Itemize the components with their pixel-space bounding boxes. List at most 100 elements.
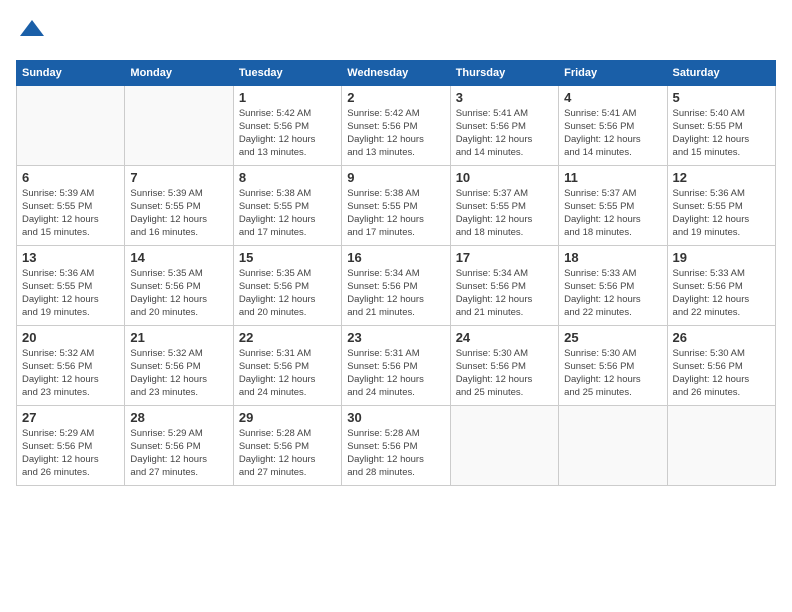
cell-content: Sunrise: 5:33 AM Sunset: 5:56 PM Dayligh… [673,267,770,320]
day-number: 17 [456,250,553,265]
week-row-1: 1 Sunrise: 5:42 AM Sunset: 5:56 PM Daylig… [17,85,776,165]
page-header [16,16,776,50]
calendar-cell: 2Sunrise: 5:42 AM Sunset: 5:56 PM Daylig… [342,85,450,165]
day-number: 13 [22,250,119,265]
cell-content: Sunrise: 5:32 AM Sunset: 5:56 PM Dayligh… [130,347,227,400]
calendar-table: SundayMondayTuesdayWednesdayThursdayFrid… [16,60,776,486]
day-number: 28 [130,410,227,425]
day-number: 10 [456,170,553,185]
day-number: 26 [673,330,770,345]
day-number: 1 [239,90,336,105]
calendar-cell: 21Sunrise: 5:32 AM Sunset: 5:56 PM Dayli… [125,325,233,405]
day-number: 8 [239,170,336,185]
week-row-5: 27 Sunrise: 5:29 AM Sunset: 5:56 PM Dayli… [17,405,776,485]
calendar-cell: 18Sunrise: 5:33 AM Sunset: 5:56 PM Dayli… [559,245,667,325]
cell-content: Sunrise: 5:41 AM Sunset: 5:56 PM Dayligh… [564,107,661,160]
calendar-cell: 16 Sunrise: 5:34 AM Sunset: 5:56 PM Dayli… [342,245,450,325]
week-row-3: 13Sunrise: 5:36 AM Sunset: 5:55 PM Dayli… [17,245,776,325]
cell-content: Sunrise: 5:28 AM Sunset: 5:56 PM Dayligh… [239,427,336,480]
cell-content: Sunrise: 5:28 AM Sunset: 5:56 PM Dayligh… [347,427,444,480]
day-number: 15 [239,250,336,265]
day-number: 20 [22,330,119,345]
cell-content: Sunrise: 5:41 AM Sunset: 5:56 PM Dayligh… [456,107,553,160]
calendar-cell: 4 Sunrise: 5:41 AM Sunset: 5:56 PM Daylig… [559,85,667,165]
calendar-cell: 10 Sunrise: 5:37 AM Sunset: 5:55 PM Dayli… [450,165,558,245]
calendar-cell: 30 Sunrise: 5:28 AM Sunset: 5:56 PM Dayli… [342,405,450,485]
day-number: 23 [347,330,444,345]
calendar-cell: 17 Sunrise: 5:34 AM Sunset: 5:56 PM Dayli… [450,245,558,325]
day-number: 14 [130,250,227,265]
cell-content: Sunrise: 5:42 AM Sunset: 5:56 PM Dayligh… [239,107,336,160]
day-number: 9 [347,170,444,185]
calendar-cell: 11 Sunrise: 5:37 AM Sunset: 5:55 PM Dayli… [559,165,667,245]
day-header-friday: Friday [559,60,667,85]
cell-content: Sunrise: 5:29 AM Sunset: 5:56 PM Dayligh… [22,427,119,480]
day-number: 6 [22,170,119,185]
day-number: 24 [456,330,553,345]
logo [16,16,46,50]
cell-content: Sunrise: 5:33 AM Sunset: 5:56 PM Dayligh… [564,267,661,320]
cell-content: Sunrise: 5:38 AM Sunset: 5:55 PM Dayligh… [239,187,336,240]
calendar-cell: 9 Sunrise: 5:38 AM Sunset: 5:55 PM Daylig… [342,165,450,245]
cell-content: Sunrise: 5:39 AM Sunset: 5:55 PM Dayligh… [22,187,119,240]
day-number: 25 [564,330,661,345]
cell-content: Sunrise: 5:34 AM Sunset: 5:56 PM Dayligh… [456,267,553,320]
week-row-4: 20 Sunrise: 5:32 AM Sunset: 5:56 PM Dayli… [17,325,776,405]
cell-content: Sunrise: 5:30 AM Sunset: 5:56 PM Dayligh… [673,347,770,400]
cell-content: Sunrise: 5:30 AM Sunset: 5:56 PM Dayligh… [564,347,661,400]
cell-content: Sunrise: 5:35 AM Sunset: 5:56 PM Dayligh… [130,267,227,320]
calendar-cell: 28 Sunrise: 5:29 AM Sunset: 5:56 PM Dayli… [125,405,233,485]
day-number: 19 [673,250,770,265]
cell-content: Sunrise: 5:39 AM Sunset: 5:55 PM Dayligh… [130,187,227,240]
day-number: 27 [22,410,119,425]
day-number: 5 [673,90,770,105]
day-header-tuesday: Tuesday [233,60,341,85]
calendar-cell: 22 Sunrise: 5:31 AM Sunset: 5:56 PM Dayli… [233,325,341,405]
cell-content: Sunrise: 5:31 AM Sunset: 5:56 PM Dayligh… [347,347,444,400]
day-number: 29 [239,410,336,425]
calendar-cell: 14 Sunrise: 5:35 AM Sunset: 5:56 PM Dayli… [125,245,233,325]
day-number: 3 [456,90,553,105]
calendar-cell: 12Sunrise: 5:36 AM Sunset: 5:55 PM Dayli… [667,165,775,245]
days-header-row: SundayMondayTuesdayWednesdayThursdayFrid… [17,60,776,85]
cell-content: Sunrise: 5:40 AM Sunset: 5:55 PM Dayligh… [673,107,770,160]
calendar-cell: 19 Sunrise: 5:33 AM Sunset: 5:56 PM Dayli… [667,245,775,325]
calendar-cell: 27 Sunrise: 5:29 AM Sunset: 5:56 PM Dayli… [17,405,125,485]
calendar-cell: 3 Sunrise: 5:41 AM Sunset: 5:56 PM Daylig… [450,85,558,165]
calendar-cell: 29 Sunrise: 5:28 AM Sunset: 5:56 PM Dayli… [233,405,341,485]
calendar-cell: 20 Sunrise: 5:32 AM Sunset: 5:56 PM Dayli… [17,325,125,405]
cell-content: Sunrise: 5:37 AM Sunset: 5:55 PM Dayligh… [564,187,661,240]
cell-content: Sunrise: 5:31 AM Sunset: 5:56 PM Dayligh… [239,347,336,400]
cell-content: Sunrise: 5:35 AM Sunset: 5:56 PM Dayligh… [239,267,336,320]
cell-content: Sunrise: 5:37 AM Sunset: 5:55 PM Dayligh… [456,187,553,240]
cell-content: Sunrise: 5:29 AM Sunset: 5:56 PM Dayligh… [130,427,227,480]
calendar-cell: 5 Sunrise: 5:40 AM Sunset: 5:55 PM Daylig… [667,85,775,165]
day-header-monday: Monday [125,60,233,85]
calendar-cell [559,405,667,485]
day-number: 30 [347,410,444,425]
cell-content: Sunrise: 5:34 AM Sunset: 5:56 PM Dayligh… [347,267,444,320]
cell-content: Sunrise: 5:42 AM Sunset: 5:56 PM Dayligh… [347,107,444,160]
cell-content: Sunrise: 5:38 AM Sunset: 5:55 PM Dayligh… [347,187,444,240]
calendar-cell [17,85,125,165]
day-number: 22 [239,330,336,345]
calendar-cell: 25 Sunrise: 5:30 AM Sunset: 5:56 PM Dayli… [559,325,667,405]
day-header-wednesday: Wednesday [342,60,450,85]
logo-icon [18,16,46,44]
day-number: 12 [673,170,770,185]
calendar-cell: 7Sunrise: 5:39 AM Sunset: 5:55 PM Daylig… [125,165,233,245]
calendar-cell: 13Sunrise: 5:36 AM Sunset: 5:55 PM Dayli… [17,245,125,325]
day-number: 4 [564,90,661,105]
day-header-sunday: Sunday [17,60,125,85]
day-number: 11 [564,170,661,185]
calendar-cell: 23 Sunrise: 5:31 AM Sunset: 5:56 PM Dayli… [342,325,450,405]
cell-content: Sunrise: 5:30 AM Sunset: 5:56 PM Dayligh… [456,347,553,400]
calendar-cell [450,405,558,485]
cell-content: Sunrise: 5:32 AM Sunset: 5:56 PM Dayligh… [22,347,119,400]
calendar-cell: 15 Sunrise: 5:35 AM Sunset: 5:56 PM Dayli… [233,245,341,325]
calendar-cell [125,85,233,165]
day-header-saturday: Saturday [667,60,775,85]
day-number: 16 [347,250,444,265]
calendar-cell: 24 Sunrise: 5:30 AM Sunset: 5:56 PM Dayli… [450,325,558,405]
day-header-thursday: Thursday [450,60,558,85]
